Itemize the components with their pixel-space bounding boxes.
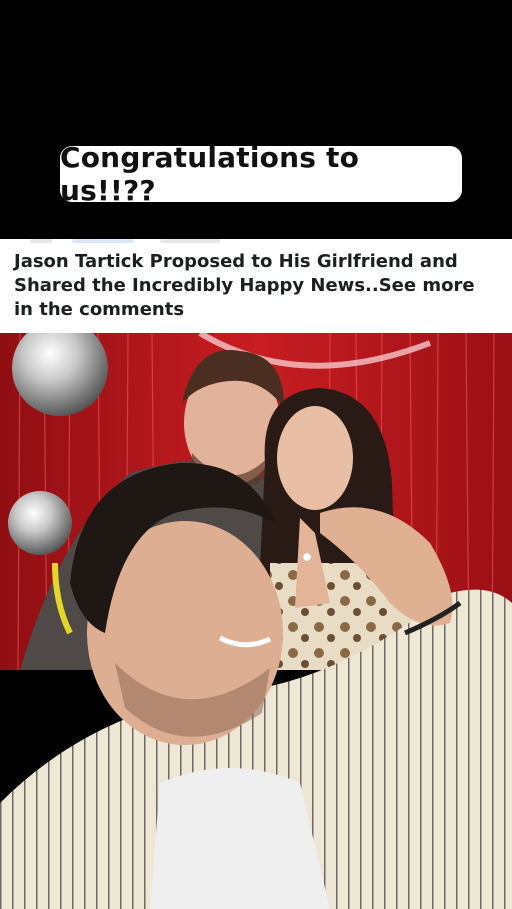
woman-face — [277, 406, 353, 510]
caption-bubble: Congratulations to us!!?? — [60, 141, 462, 207]
video-frame: Congratulations to us!!?? Jason Tartick … — [0, 0, 512, 909]
photo-area — [0, 333, 512, 909]
photo-illustration — [0, 333, 512, 909]
post-header-remnant — [0, 239, 512, 245]
caption-text: Congratulations to us!!?? — [60, 141, 360, 207]
disco-ball-small — [8, 491, 72, 555]
post-card: Jason Tartick Proposed to His Girlfriend… — [0, 239, 512, 333]
post-headline: Jason Tartick Proposed to His Girlfriend… — [14, 251, 475, 320]
engagement-ring — [302, 552, 312, 562]
